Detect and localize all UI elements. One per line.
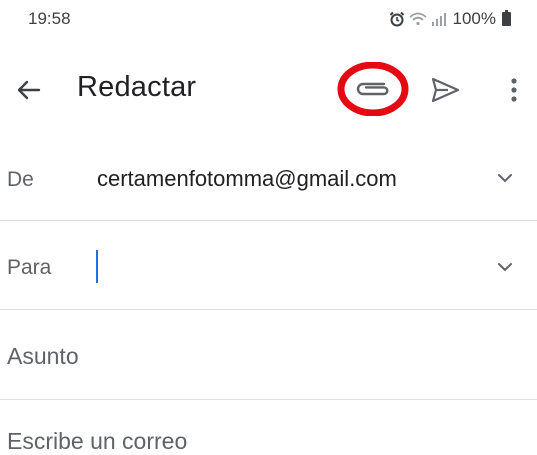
send-button[interactable] [428,74,462,106]
to-expand-button[interactable] [494,259,516,275]
chevron-down-icon [498,263,512,272]
chevron-down-icon [498,174,512,183]
to-field[interactable] [90,246,480,286]
body-field[interactable]: Escribe un correo [7,428,187,455]
status-right: 100% [389,9,511,29]
text-cursor [96,250,98,283]
to-label: Para [7,256,52,279]
send-icon [431,77,460,103]
from-expand-button[interactable] [494,170,516,186]
back-button[interactable] [12,72,48,108]
more-options-button[interactable] [500,72,528,108]
status-time: 19:58 [28,9,71,28]
paperclip-icon [356,82,389,96]
signal-icon [431,12,446,26]
divider [0,309,537,310]
status-icons [389,11,447,27]
from-label: De [7,168,34,191]
subject-field[interactable]: Asunto [7,343,79,370]
from-field[interactable]: certamenfotomma@gmail.com [97,166,397,192]
more-vertical-icon [511,78,517,102]
page-title: Redactar [77,71,197,103]
arrow-left-icon [17,80,41,100]
wifi-icon [408,12,427,25]
alarm-icon [389,11,404,27]
battery-level: 100% [452,9,496,28]
divider [0,399,537,400]
divider [0,220,537,221]
battery-icon [502,10,511,26]
attach-button[interactable] [336,61,410,117]
attach-highlight [337,61,409,117]
